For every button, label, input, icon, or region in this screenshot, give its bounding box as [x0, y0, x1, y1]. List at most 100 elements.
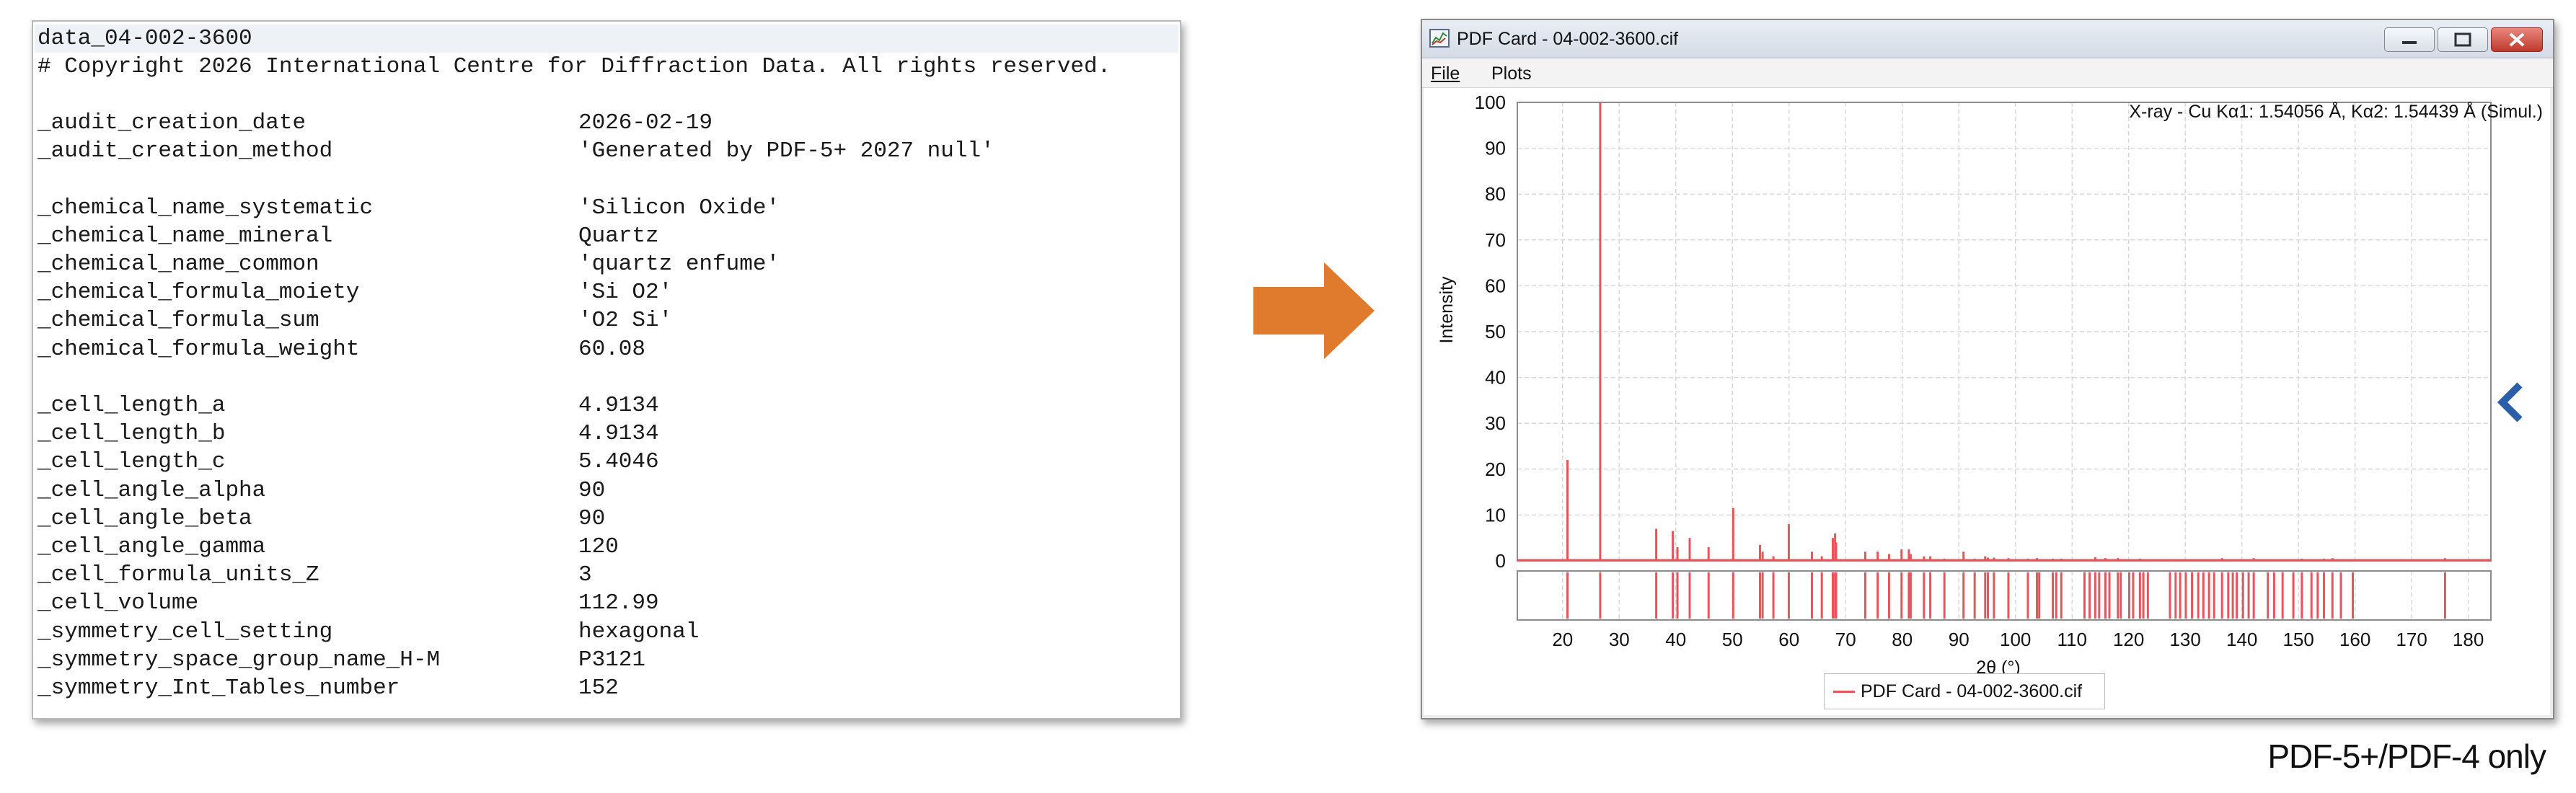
x-tick-label: 20: [1552, 629, 1573, 650]
x-tick-label: 60: [1778, 629, 1799, 650]
cif-field-value: Quartz: [578, 223, 659, 249]
cif-field-key: _cell_length_a: [38, 393, 226, 418]
close-icon: [2509, 32, 2525, 47]
y-tick-label: 70: [1485, 229, 1506, 251]
window-title: PDF Card - 04-002-3600.cif: [1457, 29, 1679, 49]
minimize-button[interactable]: [2384, 27, 2435, 52]
cif-field-row: _chemical_formula_sum 'O2 Si': [38, 306, 1163, 335]
chevron-left-icon[interactable]: [2494, 381, 2528, 424]
x-tick-label: 140: [2226, 629, 2257, 650]
cif-field-key: _chemical_formula_moiety: [38, 280, 360, 306]
cif-field-value: 2026-02-19: [578, 110, 713, 136]
cif-field-value: 4.9134: [578, 421, 659, 447]
x-tick-label: 110: [2057, 629, 2086, 650]
minimize-icon: [2402, 41, 2417, 44]
menu-bar: File Plots: [1422, 58, 2553, 88]
cif-field-value: P3121: [578, 647, 646, 673]
cif-field-row: _cell_angle_alpha 90: [38, 477, 1163, 505]
pdf-card-window: PDF Card - 04-002-3600.cif File Plots 0 1…: [1421, 19, 2554, 719]
cif-field-value: 60.08: [578, 336, 646, 362]
legend-swatch: [1833, 691, 1855, 693]
cif-field-value: 4.9134: [578, 393, 659, 418]
cif-text-window: data_04-002-3600 # Copyright 2026 Intern…: [32, 20, 1181, 719]
cif-field-key: _cell_angle_beta: [38, 505, 252, 531]
y-tick-label: 100: [1475, 92, 1506, 113]
cif-field-value: 152: [578, 675, 619, 701]
cif-field-key: _symmetry_space_group_name_H-M: [38, 647, 441, 673]
cif-field-row: _cell_length_c 5.4046: [38, 448, 1163, 476]
y-axis-label: Intensity: [1437, 276, 1457, 344]
y-tick-label: 40: [1485, 367, 1506, 389]
x-tick-label: 160: [2339, 629, 2370, 650]
cif-field-row: _cell_angle_gamma 120: [38, 533, 1163, 561]
cif-field-value: 120: [578, 534, 619, 559]
x-tick-label: 40: [1665, 629, 1686, 650]
x-tick-label: 180: [2453, 629, 2484, 650]
cif-field-row: _symmetry_cell_setting hexagonal: [38, 618, 1163, 646]
cif-field-value: 'Si O2': [578, 280, 673, 306]
chart-legend: PDF Card - 04-002-3600.cif: [1824, 673, 2105, 709]
cif-field-row: _symmetry_Int_Tables_number 152: [38, 674, 1163, 702]
close-button[interactable]: [2491, 27, 2543, 52]
x-tick-label: 50: [1722, 629, 1743, 650]
y-tick-label: 80: [1485, 183, 1506, 205]
cif-field-row: _cell_formula_units_Z 3: [38, 561, 1163, 589]
cif-field-row: _cell_angle_beta 90: [38, 505, 1163, 533]
cif-field-key: _cell_volume: [38, 590, 199, 616]
cif-copyright: # Copyright 2026 International Centre fo…: [38, 54, 1111, 79]
right-arrow-icon: [1253, 262, 1375, 359]
cif-field-key: _audit_creation_date: [38, 110, 306, 136]
cif-field-value: 112.99: [578, 590, 659, 616]
cif-field-row: _chemical_formula_moiety 'Si O2': [38, 278, 1163, 306]
cif-field-key: _cell_angle_alpha: [38, 477, 266, 503]
cif-field-value: 5.4046: [578, 449, 659, 475]
cif-field-row: _cell_length_b 4.9134: [38, 420, 1163, 448]
cif-field-key: _cell_length_c: [38, 449, 226, 475]
x-tick-label: 30: [1609, 629, 1630, 650]
cif-field-row: _cell_volume 112.99: [38, 589, 1163, 617]
menu-file[interactable]: File: [1431, 63, 1460, 84]
x-tick-label: 120: [2113, 629, 2144, 650]
menu-plots[interactable]: Plots: [1491, 63, 1532, 84]
footer-note: PDF-5+/PDF-4 only: [2267, 737, 2546, 775]
maximize-button[interactable]: [2438, 27, 2488, 52]
cif-field-value: hexagonal: [578, 619, 700, 644]
cif-field-value: 'Silicon Oxide': [578, 195, 780, 221]
x-tick-label: 70: [1835, 629, 1856, 650]
cif-field-row: _chemical_formula_weight 60.08: [38, 335, 1163, 363]
cif-field-key: _chemical_name_common: [38, 252, 319, 277]
cif-field-value: 'O2 Si': [578, 308, 673, 334]
radiation-annotation: X-ray - Cu Kα1: 1.54056 Å, Kα2: 1.54439 …: [2129, 102, 2543, 122]
chart-app-icon: [1429, 29, 1450, 48]
legend-label: PDF Card - 04-002-3600.cif: [1861, 681, 2083, 701]
cif-data-header: data_04-002-3600: [35, 25, 1178, 53]
cif-field-key: _chemical_formula_sum: [38, 308, 319, 334]
cif-field-key: _chemical_formula_weight: [38, 336, 360, 362]
cif-field-row: _symmetry_space_group_name_H-M P3121: [38, 646, 1163, 674]
cif-field-key: _cell_angle_gamma: [38, 534, 266, 559]
x-tick-label: 150: [2282, 629, 2313, 650]
x-tick-label: 130: [2169, 629, 2200, 650]
cif-field-key: _cell_length_b: [38, 421, 226, 447]
reflection-strip-frame: [1517, 570, 2492, 621]
cif-field-value: 3: [578, 562, 592, 588]
y-tick-label: 10: [1485, 504, 1506, 526]
cif-field-row: _audit_creation_method 'Generated by PDF-…: [38, 137, 1163, 165]
diffraction-chart-panel: 0 10 20 30 40 50 60 70 80 90 100 20 30 40 50 60 70 80 90 10…: [1424, 88, 2550, 715]
cif-field-key: _chemical_name_systematic: [38, 195, 374, 221]
cif-field-value: 'quartz enfume': [578, 252, 780, 277]
x-tick-label: 100: [2000, 629, 2031, 650]
cif-field-key: _audit_creation_method: [38, 138, 333, 164]
cif-field-key: _symmetry_Int_Tables_number: [38, 675, 400, 701]
y-tick-label: 50: [1485, 321, 1506, 342]
cif-field-key: _chemical_name_mineral: [38, 223, 333, 249]
cif-field-row: _chemical_name_common 'quartz enfume': [38, 250, 1163, 278]
y-tick-label: 0: [1496, 550, 1506, 572]
cif-field-row: _cell_length_a 4.9134: [38, 391, 1163, 420]
window-titlebar[interactable]: PDF Card - 04-002-3600.cif: [1422, 20, 2553, 58]
cif-field-value: 'Generated by PDF-5+ 2027 null': [578, 138, 994, 164]
x-tick-label: 80: [1892, 629, 1913, 650]
y-tick-label: 30: [1485, 412, 1506, 434]
cif-field-key: _symmetry_cell_setting: [38, 619, 333, 644]
maximize-icon: [2454, 32, 2471, 47]
